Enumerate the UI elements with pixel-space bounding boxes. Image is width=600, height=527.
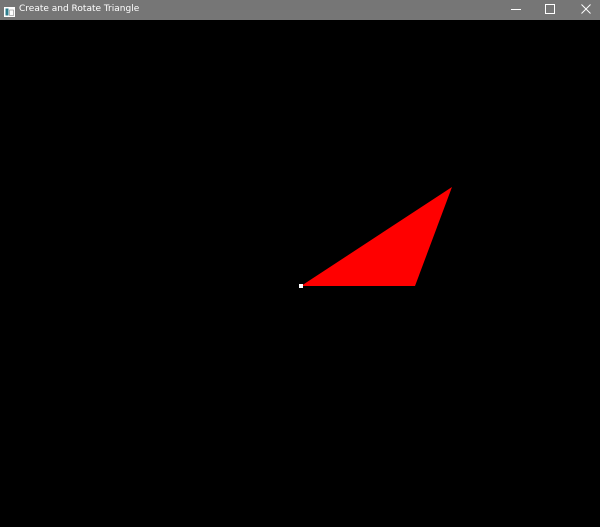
maximize-button[interactable]: [533, 0, 567, 20]
close-icon: [581, 1, 591, 19]
minimize-button[interactable]: [499, 0, 533, 20]
app-icon: [4, 4, 15, 17]
title-bar[interactable]: Create and Rotate Triangle: [0, 0, 600, 20]
app-window: Create and Rotate Triangle: [0, 0, 600, 527]
maximize-icon: [545, 1, 555, 19]
drawing-surface: [299, 187, 452, 288]
window-title: Create and Rotate Triangle: [19, 4, 140, 14]
vertex-marker[interactable]: [299, 284, 303, 288]
triangle[interactable]: [301, 187, 452, 286]
close-button[interactable]: [569, 0, 600, 20]
drawing-canvas[interactable]: [0, 20, 600, 527]
minimize-icon: [511, 1, 521, 19]
